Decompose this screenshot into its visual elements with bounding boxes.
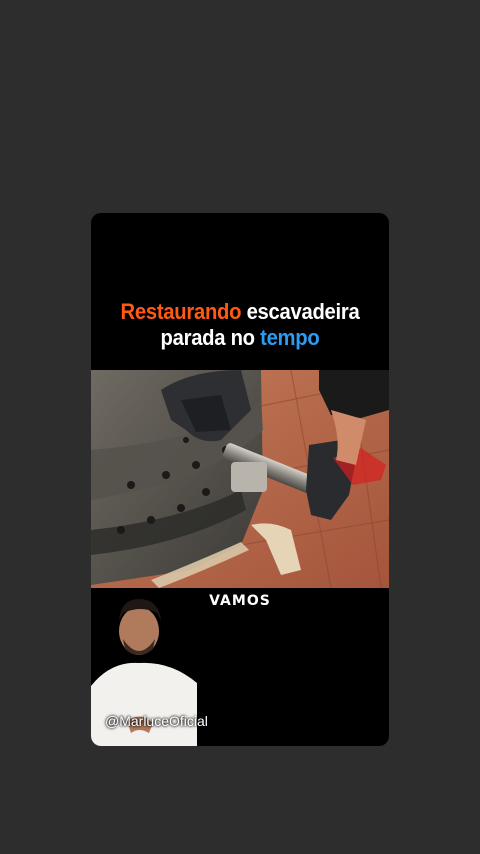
title-line-1-rest: escavadeira [241, 299, 360, 324]
title-highlight-blue: tempo [260, 325, 320, 350]
video-title: Restaurando escavadeira parada no tempo [103, 299, 377, 351]
video-scene-image [91, 370, 389, 588]
video-frame[interactable] [91, 370, 389, 588]
wrench-head [231, 462, 267, 492]
title-highlight-orange: Restaurando [120, 299, 242, 324]
presenter-shirt [91, 662, 197, 746]
video-card[interactable]: Restaurando escavadeira parada no tempo [91, 213, 389, 746]
title-line-2-start: parada no [160, 325, 261, 350]
title-line-1: Restaurando escavadeira [103, 299, 377, 325]
title-line-2: parada no tempo [103, 325, 377, 351]
creator-handle: @MarluceOficial [105, 713, 208, 729]
worker-shorts [319, 370, 389, 418]
